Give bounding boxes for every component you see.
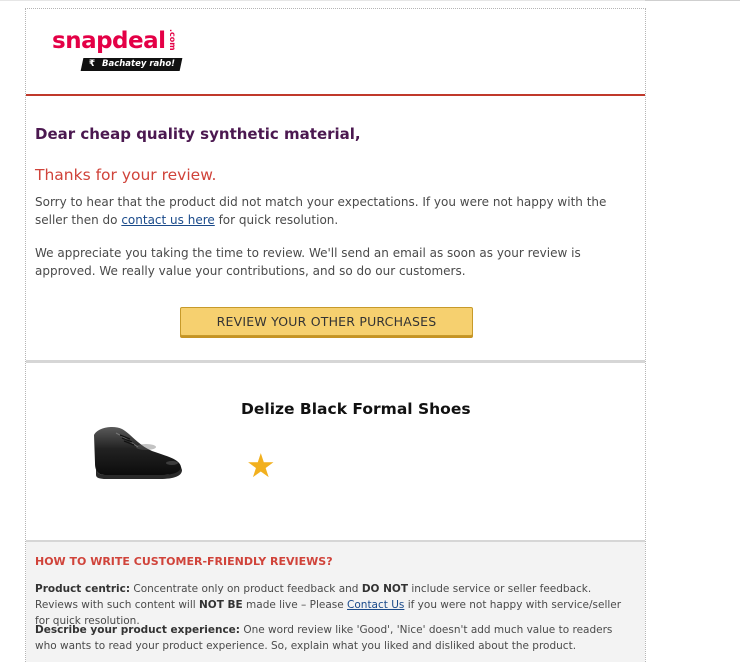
- window-top-rule: [0, 0, 740, 1]
- logo-tagline: Bachatey raho!: [102, 59, 176, 69]
- tip1-text-c: made live – Please: [242, 599, 348, 611]
- shoe-image[interactable]: [86, 423, 186, 483]
- sorry-paragraph: Sorry to hear that the product did not m…: [35, 194, 635, 229]
- tip1-emphasis-a: DO NOT: [361, 583, 408, 595]
- sorry-text-end: for quick resolution.: [214, 212, 339, 227]
- snapdeal-logo[interactable]: snapdeal .com Bachatey raho! ₹: [52, 27, 187, 75]
- thanks-heading: Thanks for your review.: [35, 166, 217, 184]
- product-name[interactable]: Delize Black Formal Shoes: [241, 400, 471, 418]
- email-header: snapdeal .com Bachatey raho! ₹: [26, 9, 645, 96]
- tip1-emphasis-b: NOT BE: [199, 599, 243, 611]
- greeting: Dear cheap quality synthetic material,: [35, 125, 361, 143]
- logo-suffix: .com: [168, 29, 177, 51]
- logo-wordmark: snapdeal: [52, 28, 166, 54]
- message-section: Dear cheap quality synthetic material, T…: [26, 96, 645, 363]
- appreciation-paragraph: We appreciate you taking the time to rev…: [35, 246, 581, 278]
- email-container: snapdeal .com Bachatey raho! ₹ Dear chea…: [25, 8, 646, 662]
- review-other-purchases-button[interactable]: REVIEW YOUR OTHER PURCHASES: [180, 307, 473, 336]
- tip2-label: Describe your product experience:: [35, 624, 240, 636]
- review-tips-section: HOW TO WRITE CUSTOMER-FRIENDLY REVIEWS? …: [26, 542, 645, 662]
- rupee-icon: ₹: [88, 59, 96, 69]
- tips-contact-us-link[interactable]: Contact Us: [347, 599, 404, 611]
- window-top-rule-right: [645, 0, 740, 1]
- tips-title: HOW TO WRITE CUSTOMER-FRIENDLY REVIEWS?: [35, 555, 333, 568]
- tip-describe-experience: Describe your product experience: One wo…: [35, 622, 637, 654]
- product-section: Delize Black Formal Shoes ★: [26, 363, 645, 542]
- tip1-text-a: Concentrate only on product feedback and: [130, 583, 362, 595]
- tip1-label: Product centric:: [35, 583, 131, 595]
- contact-us-link[interactable]: contact us here: [121, 213, 214, 227]
- star-rating-icon: ★: [246, 446, 276, 485]
